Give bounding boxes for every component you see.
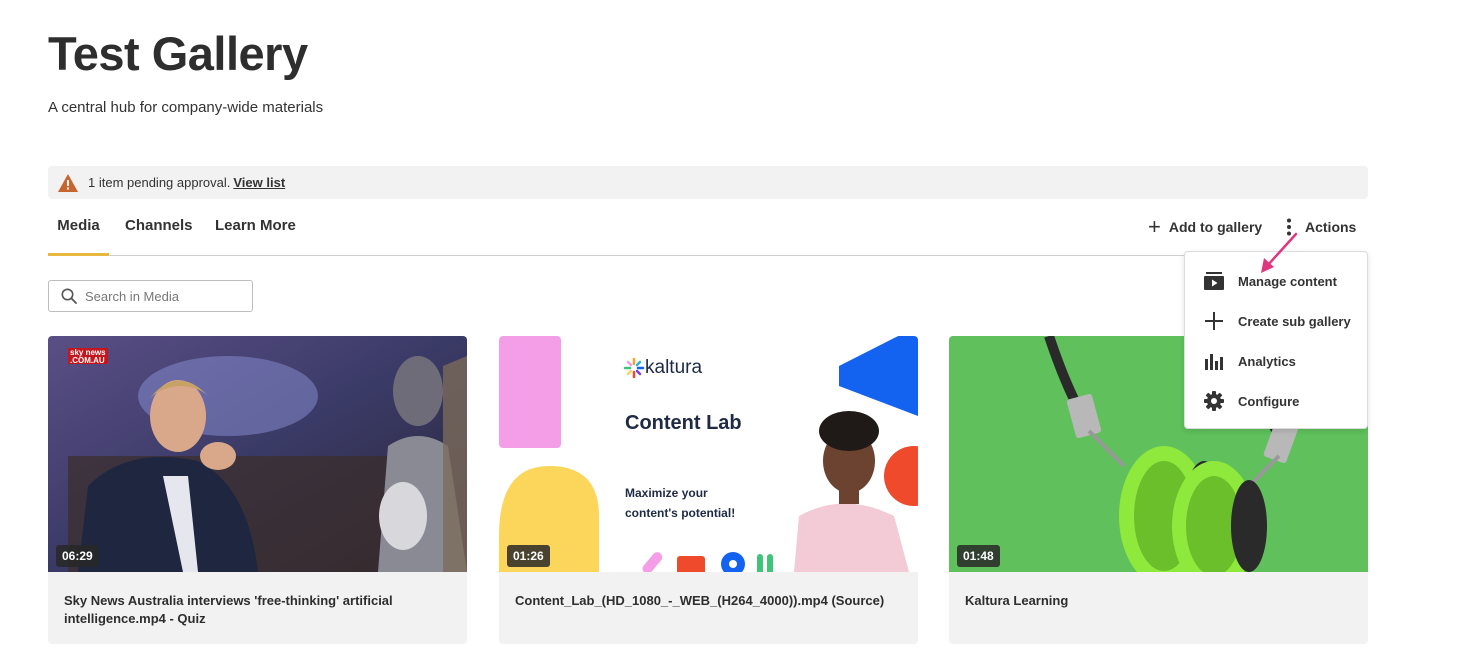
actions-label: Actions — [1305, 219, 1357, 235]
duration-badge: 01:48 — [957, 545, 1000, 567]
sky-news-logo: sky news .COM.AU — [68, 348, 108, 365]
actions-menu: Manage content Create sub gallery Analyt… — [1184, 251, 1368, 429]
search-input[interactable] — [85, 288, 245, 304]
plus-icon — [1204, 311, 1224, 331]
menu-item-label: Manage content — [1238, 273, 1337, 289]
duration-badge: 06:29 — [56, 545, 99, 567]
page-subtitle: A central hub for company-wide materials — [48, 99, 324, 116]
media-title[interactable]: Kaltura Learning — [965, 592, 1355, 610]
page-title: Test Gallery — [48, 27, 308, 80]
menu-item-analytics[interactable]: Analytics — [1185, 341, 1369, 381]
menu-item-create-sub-gallery[interactable]: Create sub gallery — [1185, 301, 1369, 341]
menu-item-label: Create sub gallery — [1238, 313, 1351, 329]
thumb-heading: Content Lab — [625, 412, 742, 434]
media-title[interactable]: Content_Lab_(HD_1080_-_WEB_(H264_4000)).… — [515, 592, 905, 610]
media-thumbnail[interactable]: sky news .COM.AU — [48, 336, 467, 572]
duration-badge: 01:26 — [507, 545, 550, 567]
media-card[interactable]: kaltura Content Lab Maximize your conten… — [499, 336, 918, 644]
pending-approval-alert: 1 item pending approval. View list — [48, 166, 1368, 199]
play-box-icon — [1204, 271, 1224, 291]
tab-channels[interactable]: Channels — [125, 206, 193, 256]
pointer-arrow-annotation — [1261, 232, 1298, 273]
thumb-tagline-1: Maximize your — [625, 486, 708, 500]
thumb-tagline-2: content's potential! — [625, 506, 736, 520]
media-title[interactable]: Sky News Australia interviews 'free-thin… — [64, 592, 454, 628]
menu-item-configure[interactable]: Configure — [1185, 381, 1369, 421]
gear-icon — [1204, 391, 1224, 411]
media-card[interactable]: sky news .COM.AU 06:29 Sky News Australi… — [48, 336, 467, 644]
warning-icon — [58, 173, 78, 192]
add-to-gallery-button[interactable]: + Add to gallery — [1148, 216, 1262, 238]
view-list-link[interactable]: View list — [233, 175, 285, 190]
plus-icon: + — [1148, 214, 1161, 239]
search-icon — [61, 288, 77, 304]
bar-chart-icon — [1204, 351, 1224, 371]
add-to-gallery-label: Add to gallery — [1168, 219, 1263, 235]
menu-item-label: Configure — [1238, 393, 1300, 409]
tab-media[interactable]: Media — [48, 206, 109, 256]
menu-item-label: Analytics — [1238, 353, 1296, 369]
kaltura-logo-text: kaltura — [645, 357, 703, 378]
media-thumbnail[interactable]: kaltura Content Lab Maximize your conten… — [499, 336, 918, 572]
tab-learn-more[interactable]: Learn More — [215, 206, 296, 256]
alert-text: 1 item pending approval. — [88, 175, 231, 190]
search-box[interactable] — [48, 280, 253, 312]
